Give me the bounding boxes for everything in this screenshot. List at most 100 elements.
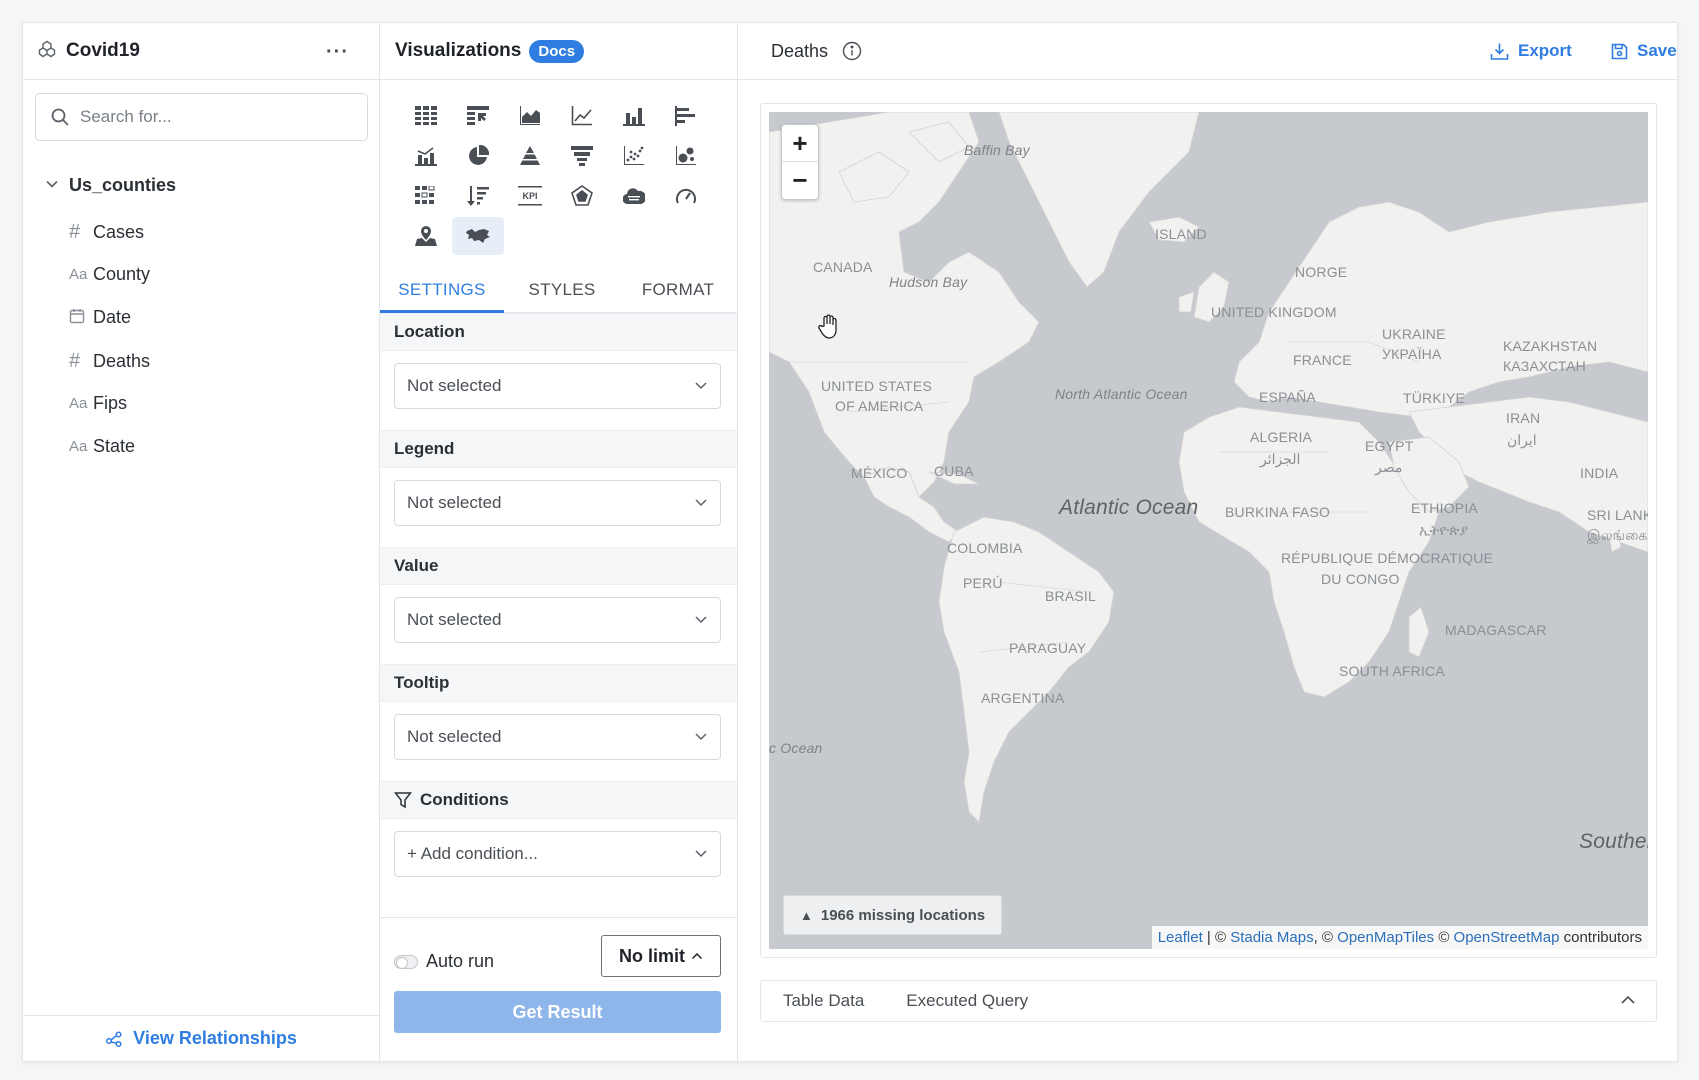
map-label: NORGE [1295, 264, 1348, 280]
missing-locations-text: 1966 missing locations [820, 906, 986, 924]
table-icon[interactable] [400, 97, 452, 135]
line-chart-icon[interactable] [556, 97, 608, 135]
field-county[interactable]: Aa County [69, 264, 150, 285]
share-nodes-icon [106, 1030, 122, 1047]
field-state[interactable]: Aa State [69, 436, 135, 457]
chevron-down-icon [695, 499, 707, 507]
choropleth-map-icon[interactable] [452, 217, 504, 255]
pivot-table-icon[interactable] [452, 97, 504, 135]
leaflet-link[interactable]: Leaflet [1158, 929, 1203, 946]
toggle-switch[interactable] [394, 954, 418, 969]
word-cloud-icon[interactable] [608, 177, 660, 215]
view-relationships-button[interactable]: View Relationships [23, 1015, 379, 1061]
save-label: Save [1637, 41, 1677, 60]
legend-select[interactable]: Not selected [394, 480, 721, 526]
tooltip-section-label: Tooltip [380, 664, 737, 702]
field-name: Date [93, 307, 132, 327]
add-condition-select[interactable]: + Add condition... [394, 831, 721, 877]
map-label: SOUTH AFRICA [1339, 663, 1445, 679]
scatter-icon[interactable] [608, 137, 660, 175]
search-input[interactable]: Search for... [35, 93, 368, 141]
datasource-panel: Covid19 ··· Search for... Us_counties # … [23, 23, 380, 1061]
map-pin-icon[interactable] [400, 217, 452, 255]
funnel-icon[interactable] [556, 137, 608, 175]
combo-chart-icon[interactable] [400, 137, 452, 175]
tab-format[interactable]: FORMAT [620, 273, 736, 313]
export-button[interactable]: Export [1490, 41, 1572, 61]
save-button[interactable]: Save [1611, 41, 1677, 61]
bar-chart-icon[interactable] [608, 97, 660, 135]
map-label: DU CONGO [1321, 571, 1400, 587]
map-label: ISLAND [1155, 226, 1207, 242]
export-label: Export [1518, 41, 1572, 60]
table-node-us-counties[interactable]: Us_counties [45, 170, 176, 200]
table-name: Us_counties [69, 174, 177, 195]
field-date[interactable]: Date [69, 307, 131, 328]
conditions-label: Conditions [420, 790, 509, 809]
sorted-bar-icon[interactable] [452, 177, 504, 215]
field-deaths[interactable]: # Deaths [69, 350, 150, 373]
tab-settings[interactable]: SETTINGS [380, 273, 504, 313]
map-label: UNITED KINGDOM [1211, 304, 1337, 320]
table-tree: Us_counties [45, 170, 176, 200]
map-container: Baffin Bay ISLAND CANADA Hudson Bay NORG… [760, 103, 1657, 958]
limit-select[interactable]: No limit [601, 935, 721, 977]
map-label: EGYPT [1365, 438, 1414, 454]
horizontal-bar-icon[interactable] [660, 97, 712, 135]
calendar-icon [69, 308, 93, 328]
filter-icon [394, 792, 412, 809]
datasource-title: Covid19 [66, 40, 140, 61]
text-type-icon: Aa [69, 266, 88, 283]
chevron-up-icon[interactable] [1620, 995, 1636, 1005]
stadia-link[interactable]: Stadia Maps [1230, 929, 1313, 946]
osm-link[interactable]: OpenStreetMap [1454, 929, 1560, 946]
attribution-text: , © [1313, 929, 1338, 946]
text-type-icon: Aa [69, 438, 88, 455]
more-options-icon[interactable]: ··· [326, 41, 349, 64]
map-label: CUBA [934, 463, 974, 479]
auto-run-toggle[interactable]: Auto run [394, 951, 494, 972]
value-select-value: Not selected [407, 610, 502, 629]
map-label: الجزائر [1260, 451, 1301, 467]
info-icon[interactable] [842, 41, 862, 61]
tab-executed-query[interactable]: Executed Query [906, 991, 1028, 1011]
result-tabs: Table Data Executed Query [760, 980, 1657, 1022]
map-label: North Atlantic Ocean [1055, 386, 1188, 402]
location-select[interactable]: Not selected [394, 363, 721, 409]
radar-icon[interactable] [556, 177, 608, 215]
tab-table-data[interactable]: Table Data [783, 991, 864, 1011]
openmaptiles-link[interactable]: OpenMapTiles [1337, 929, 1434, 946]
svg-text:KPI: KPI [522, 191, 537, 201]
zoom-in-button[interactable]: + [782, 125, 818, 162]
pie-chart-icon[interactable] [452, 137, 504, 175]
map-label: Baffin Bay [964, 142, 1030, 158]
map-label: COLOMBIA [947, 540, 1023, 556]
chart-title[interactable]: Deaths [771, 41, 828, 62]
tab-styles[interactable]: STYLES [504, 273, 620, 313]
map-label: УКРАЇНА [1382, 346, 1442, 362]
chevron-down-icon[interactable] [45, 175, 59, 196]
kpi-icon[interactable]: KPI [504, 177, 556, 215]
number-type-icon: # [69, 350, 81, 372]
map-label: Atlantic Ocean [1059, 496, 1199, 519]
get-result-button[interactable]: Get Result [394, 991, 721, 1033]
docs-badge[interactable]: Docs [529, 39, 585, 63]
heatmap-icon[interactable] [400, 177, 452, 215]
area-chart-icon[interactable] [504, 97, 556, 135]
map-label: RÉPUBLIQUE DÉMOCRATIQUE [1281, 550, 1494, 566]
attribution-text: | © [1202, 929, 1231, 946]
field-fips[interactable]: Aa Fips [69, 393, 127, 414]
field-cases[interactable]: # Cases [69, 221, 144, 244]
tooltip-select[interactable]: Not selected [394, 714, 721, 760]
zoom-out-button[interactable]: − [782, 162, 818, 199]
field-name: Fips [93, 393, 128, 413]
pyramid-icon[interactable] [504, 137, 556, 175]
value-select[interactable]: Not selected [394, 597, 721, 643]
zoom-control: + − [781, 124, 819, 200]
map-label: مصر [1375, 459, 1403, 475]
gauge-icon[interactable] [660, 177, 712, 215]
bubble-icon[interactable] [660, 137, 712, 175]
map-attribution: Leaflet | © Stadia Maps, © OpenMapTiles … [1151, 926, 1648, 949]
world-map[interactable]: Baffin Bay ISLAND CANADA Hudson Bay NORG… [769, 112, 1648, 949]
map-label: SRI LANKA [1587, 507, 1648, 523]
